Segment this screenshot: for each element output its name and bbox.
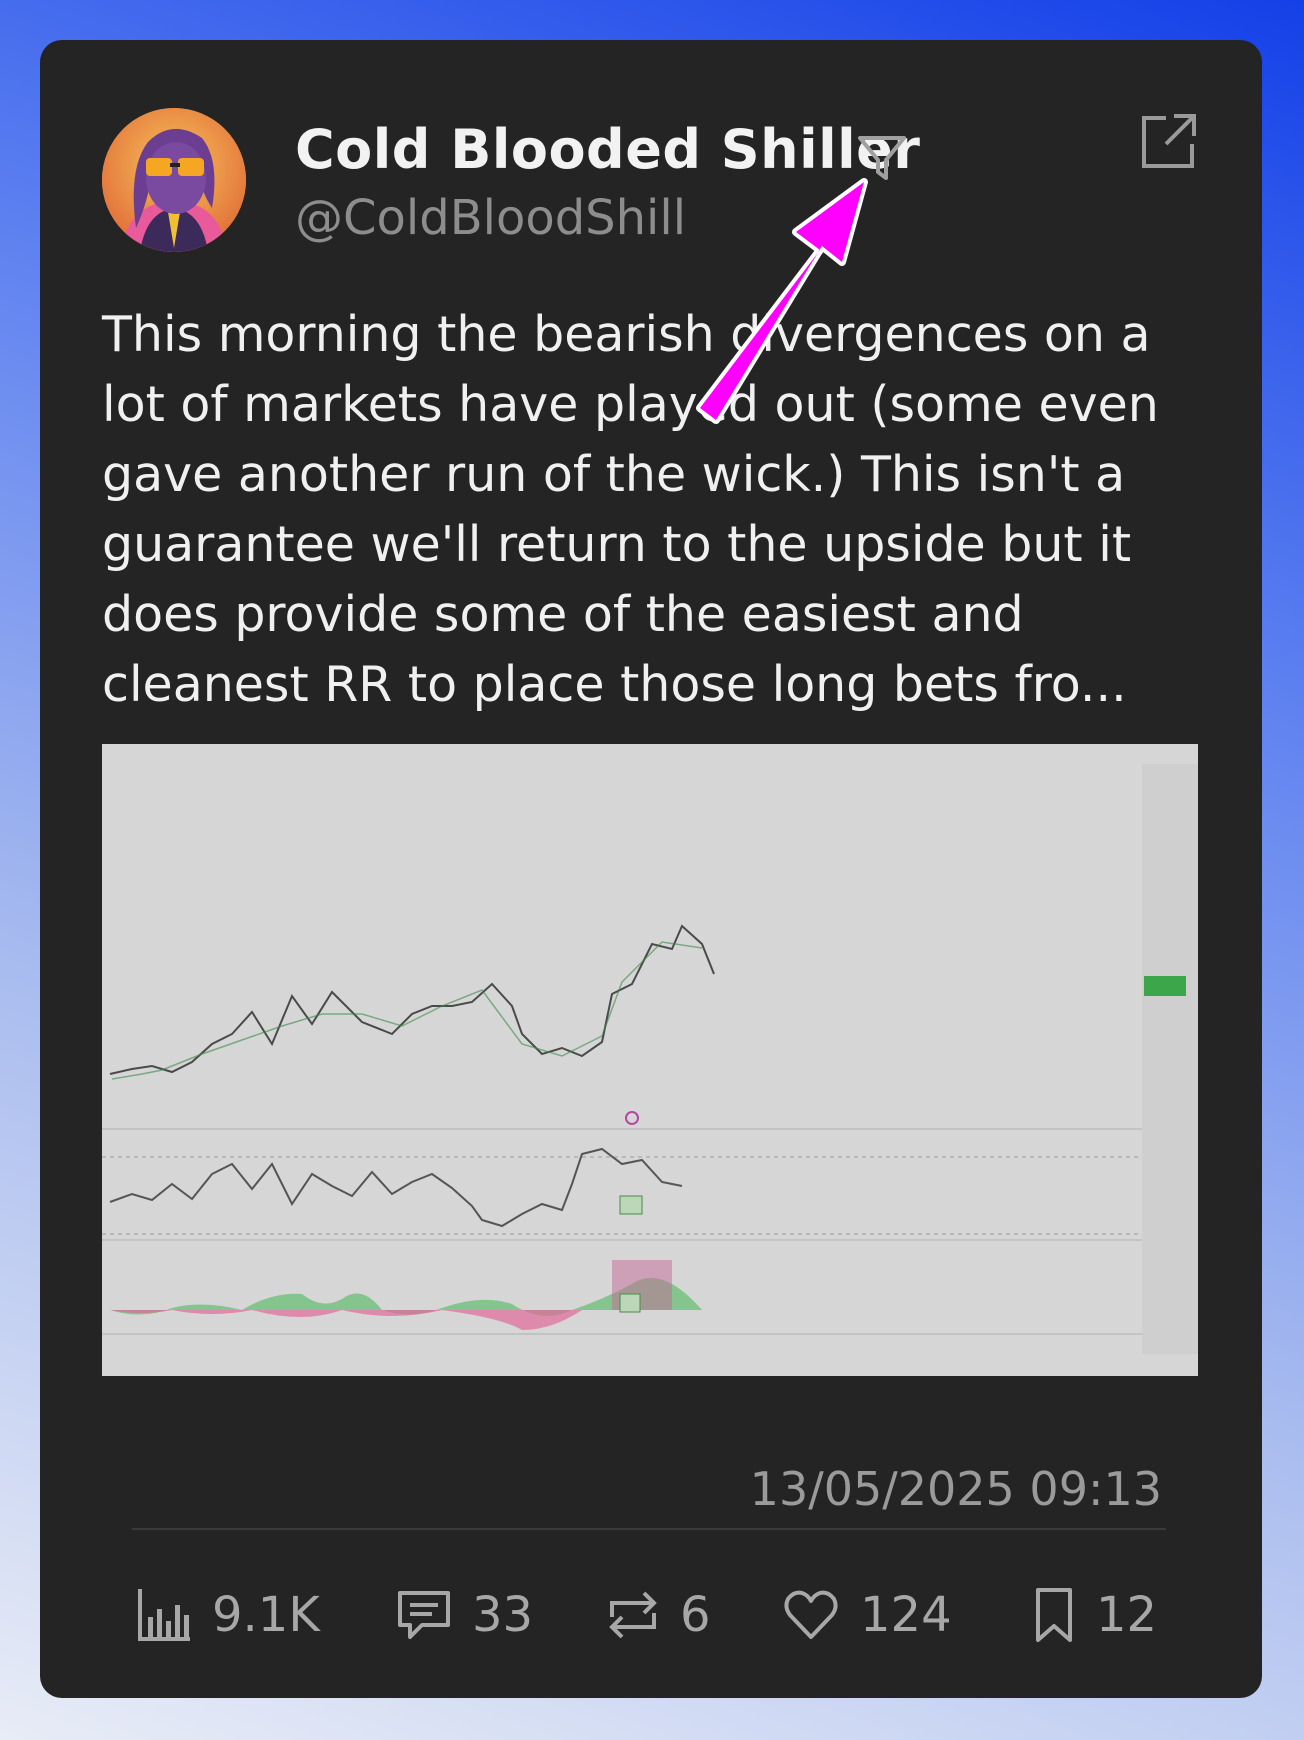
comment-icon — [398, 1591, 450, 1639]
external-link-icon[interactable] — [1138, 110, 1200, 172]
reposts-count: 6 — [680, 1587, 711, 1643]
tradingview-chart-thumbnail — [102, 744, 1198, 1376]
bookmarks-count: 12 — [1096, 1587, 1158, 1643]
post-card[interactable]: Cold Blooded Shiller @ColdBloodShill Thi… — [40, 40, 1262, 1698]
views-stat[interactable]: 9.1K — [136, 1580, 320, 1650]
views-count: 9.1K — [212, 1587, 320, 1643]
heart-icon — [784, 1590, 838, 1639]
filter-icon[interactable] — [852, 128, 912, 188]
author-avatar[interactable] — [102, 108, 246, 252]
post-text: This morning the bearish divergences on … — [102, 306, 1159, 713]
author-handle[interactable]: @ColdBloodShill — [295, 190, 686, 246]
replies-count: 33 — [472, 1587, 534, 1643]
repost-button[interactable]: 6 — [606, 1580, 711, 1650]
bar-chart-icon — [138, 1589, 190, 1641]
post-timestamp[interactable]: 13/05/2025 09:13 — [750, 1462, 1162, 1516]
replies-button[interactable]: 33 — [396, 1580, 533, 1650]
bookmark-icon — [1036, 1588, 1072, 1642]
like-button[interactable]: 124 — [782, 1580, 952, 1650]
bookmark-button[interactable]: 12 — [1032, 1580, 1157, 1650]
repost-icon — [609, 1591, 657, 1639]
author-name[interactable]: Cold Blooded Shiller — [295, 118, 920, 181]
avatar-illustration — [102, 108, 246, 252]
attached-chart-image[interactable] — [102, 744, 1198, 1376]
divider — [132, 1528, 1166, 1530]
likes-count: 124 — [860, 1587, 952, 1643]
